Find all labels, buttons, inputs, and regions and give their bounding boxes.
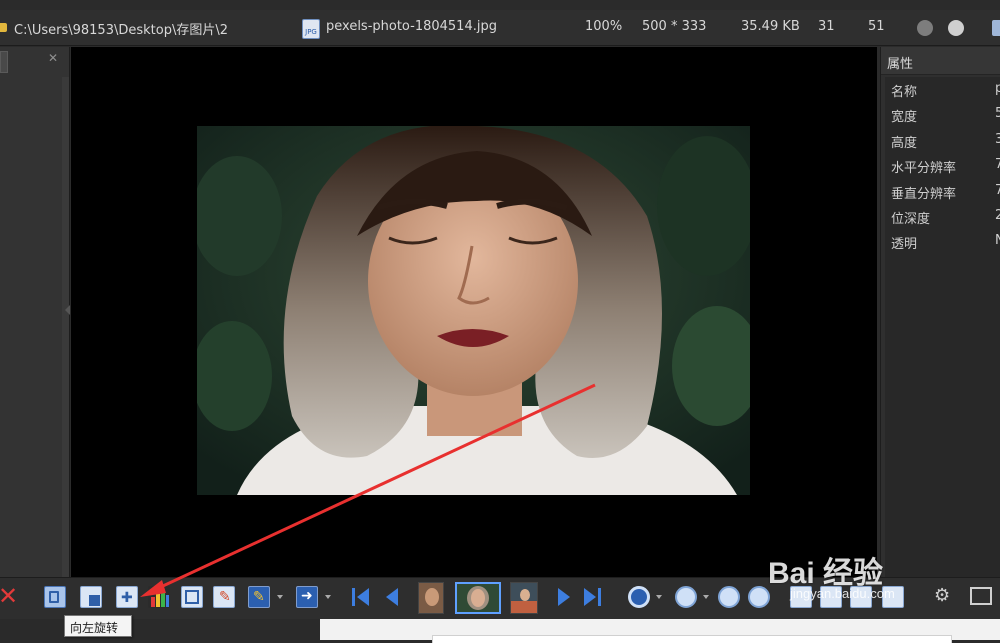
tooltip: 向左旋转 [64,615,132,637]
input-box-edge [432,635,952,643]
dark-strip [0,619,320,640]
page-bottom-strip [0,619,1000,643]
annotation-arrow [140,383,596,597]
